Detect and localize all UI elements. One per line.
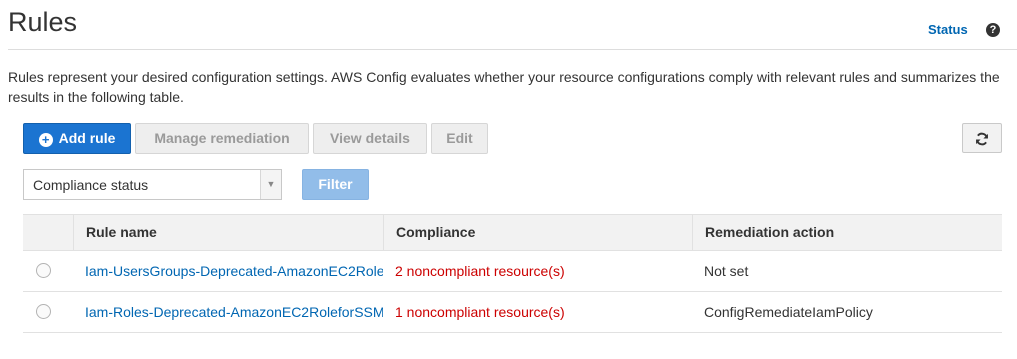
compliance-status-select[interactable]: Compliance status ▼ — [23, 169, 282, 200]
refresh-icon — [976, 132, 988, 146]
table-header: Rule name Compliance Remediation action — [23, 214, 1002, 251]
row-radio[interactable] — [36, 304, 51, 319]
rules-table: Rule name Compliance Remediation action … — [23, 214, 1002, 333]
manage-remediation-button[interactable]: Manage remediation — [135, 123, 309, 154]
page-title: Rules — [8, 7, 78, 37]
view-details-button[interactable]: View details — [313, 123, 427, 154]
table-row[interactable]: Iam-Roles-Deprecated-AmazonEC2RoleforSSM… — [23, 292, 1002, 333]
refresh-button[interactable] — [962, 123, 1002, 153]
help-icon[interactable]: ? — [986, 23, 1000, 37]
select-value: Compliance status — [33, 177, 149, 193]
add-rule-button[interactable]: + Add rule — [23, 123, 131, 154]
page-description: Rules represent your desired configurati… — [8, 69, 1000, 105]
filter-button[interactable]: Filter — [302, 169, 369, 200]
edit-button[interactable]: Edit — [431, 123, 488, 154]
plus-circle-icon: + — [38, 133, 53, 147]
compliance-link[interactable]: 1 noncompliant resource(s) — [395, 292, 692, 332]
header-select-column — [23, 215, 73, 250]
table-row[interactable]: Iam-UsersGroups-Deprecated-AmazonEC2Role… — [23, 251, 1002, 292]
chevron-down-icon[interactable]: ▼ — [260, 170, 281, 199]
header-divider — [8, 49, 1017, 50]
row-radio[interactable] — [36, 263, 51, 278]
rule-name-link[interactable]: Iam-UsersGroups-Deprecated-AmazonEC2Role — [85, 251, 383, 291]
column-header-remediation-action[interactable]: Remediation action — [692, 215, 1002, 250]
add-rule-label: Add rule — [58, 130, 116, 146]
remediation-action: ConfigRemediateIamPolicy — [704, 304, 873, 320]
column-header-rule-name[interactable]: Rule name — [73, 215, 383, 250]
column-header-compliance[interactable]: Compliance — [383, 215, 692, 250]
remediation-action: Not set — [704, 263, 749, 279]
compliance-link[interactable]: 2 noncompliant resource(s) — [395, 251, 692, 291]
rule-name-link[interactable]: Iam-Roles-Deprecated-AmazonEC2RoleforSSM — [85, 292, 383, 332]
status-link[interactable]: Status — [928, 22, 968, 37]
